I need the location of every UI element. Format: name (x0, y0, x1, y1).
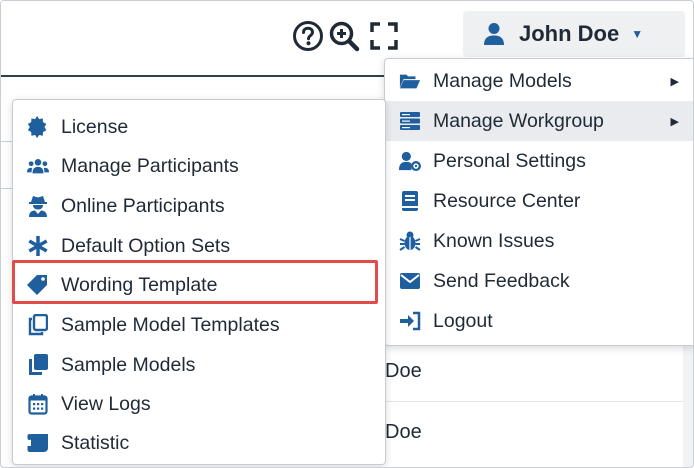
table-row: Doe (381, 402, 693, 462)
folder-open-icon (399, 70, 421, 92)
user-dropdown-menu: Manage Models ▶ Manage Workgroup ▶ Perso… (384, 58, 693, 346)
submenu-item-statistic[interactable]: Statistic (13, 423, 385, 463)
menu-item-label: Manage Workgroup (433, 109, 604, 132)
user-menu-button[interactable]: John Doe ▼ (463, 11, 685, 57)
menu-item-manage-workgroup[interactable]: Manage Workgroup ▶ (385, 101, 693, 141)
submenu-item-label: Sample Model Templates (61, 313, 280, 336)
menu-item-resource-center[interactable]: Resource Center (385, 181, 693, 221)
submenu-item-sample-model-templates[interactable]: Sample Model Templates (13, 305, 385, 345)
submenu-item-view-logs[interactable]: View Logs (13, 384, 385, 424)
fullscreen-icon[interactable] (367, 19, 401, 53)
asterisk-icon (27, 235, 49, 257)
submenu-item-sample-models[interactable]: Sample Models (13, 345, 385, 385)
chevron-down-icon: ▼ (631, 27, 644, 41)
sign-out-icon (399, 310, 421, 332)
server-icon (399, 110, 421, 132)
user-secret-icon (27, 195, 49, 217)
submenu-item-online-participants[interactable]: Online Participants (13, 186, 385, 226)
bug-icon (399, 230, 421, 252)
table-cell-name: Doe (385, 359, 422, 382)
menu-item-label: Known Issues (433, 229, 555, 252)
app-window: John Doe ▼ Doe Doe Manage Models ▶ Manag… (0, 0, 694, 468)
submenu-item-label: Online Participants (61, 194, 225, 217)
menu-item-manage-models[interactable]: Manage Models ▶ (385, 61, 693, 101)
menu-item-label: Send Feedback (433, 269, 570, 292)
users-icon (27, 155, 49, 177)
menu-item-label: Personal Settings (433, 149, 586, 172)
submenu-item-manage-participants[interactable]: Manage Participants (13, 146, 385, 186)
calendar-icon (27, 393, 49, 415)
user-cog-icon (399, 150, 421, 172)
submenu-item-label: License (61, 115, 129, 138)
scroll-icon (27, 432, 49, 454)
table-row: Doe (381, 341, 693, 402)
help-icon[interactable] (291, 19, 325, 53)
submenu-item-label: Manage Participants (61, 154, 239, 177)
copy-icon (27, 354, 49, 376)
highlight-annotation (12, 260, 378, 304)
submenu-item-license[interactable]: License (13, 107, 385, 147)
menu-item-label: Resource Center (433, 189, 581, 212)
envelope-icon (399, 270, 421, 292)
copy-outline-icon (27, 314, 49, 336)
user-name: John Doe (519, 21, 620, 46)
submenu-item-label: Statistic (61, 431, 130, 454)
user-icon (483, 22, 505, 46)
menu-item-personal-settings[interactable]: Personal Settings (385, 141, 693, 181)
background-scrollbar (683, 341, 693, 467)
book-icon (399, 190, 421, 212)
chevron-right-icon: ▶ (670, 115, 679, 128)
chevron-right-icon: ▶ (670, 75, 679, 88)
submenu-item-label: Default Option Sets (61, 234, 231, 257)
menu-item-known-issues[interactable]: Known Issues (385, 221, 693, 261)
menu-item-label: Logout (433, 309, 493, 332)
certificate-icon (27, 116, 49, 138)
menu-item-logout[interactable]: Logout (385, 301, 693, 341)
menu-item-label: Manage Models (433, 69, 572, 92)
submenu-item-label: Sample Models (61, 353, 196, 376)
table-cell-name: Doe (385, 420, 422, 443)
menu-item-send-feedback[interactable]: Send Feedback (385, 261, 693, 301)
search-zoom-icon[interactable] (327, 19, 361, 53)
submenu-item-label: View Logs (61, 392, 151, 415)
